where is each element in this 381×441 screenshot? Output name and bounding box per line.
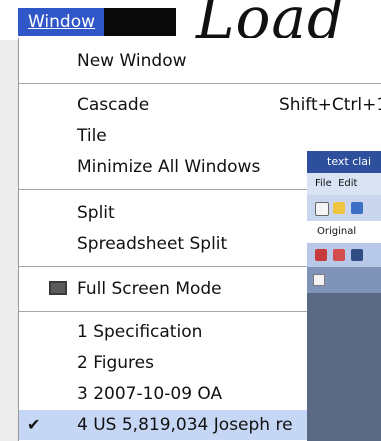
inset-ruler: [307, 267, 381, 293]
window-menu-title[interactable]: Window: [18, 8, 104, 36]
inset-title-bar: text clai: [307, 151, 381, 173]
menu-bar: Window: [18, 8, 176, 36]
inset-document-area: [307, 293, 381, 441]
inset-secondary-toolbar: [307, 243, 381, 267]
menu-item-cascade[interactable]: Cascade Shift+Ctrl+1: [19, 90, 381, 120]
ruler-marker: [313, 274, 325, 286]
menu-separator: [19, 83, 381, 84]
menu-item-tile[interactable]: Tile: [19, 121, 381, 151]
shortcut-cascade: Shift+Ctrl+1: [279, 95, 381, 115]
monitor-icon: [49, 281, 67, 295]
inset-menu-bar: File Edit: [307, 173, 381, 195]
inset-window-preview: text clai File Edit Original: [307, 151, 381, 441]
inset-style-box: Original: [307, 221, 381, 243]
inset-toolbar: [307, 195, 381, 221]
checkmark-icon: ✔: [27, 415, 41, 434]
menu-item-new-window[interactable]: New Window: [19, 46, 381, 76]
